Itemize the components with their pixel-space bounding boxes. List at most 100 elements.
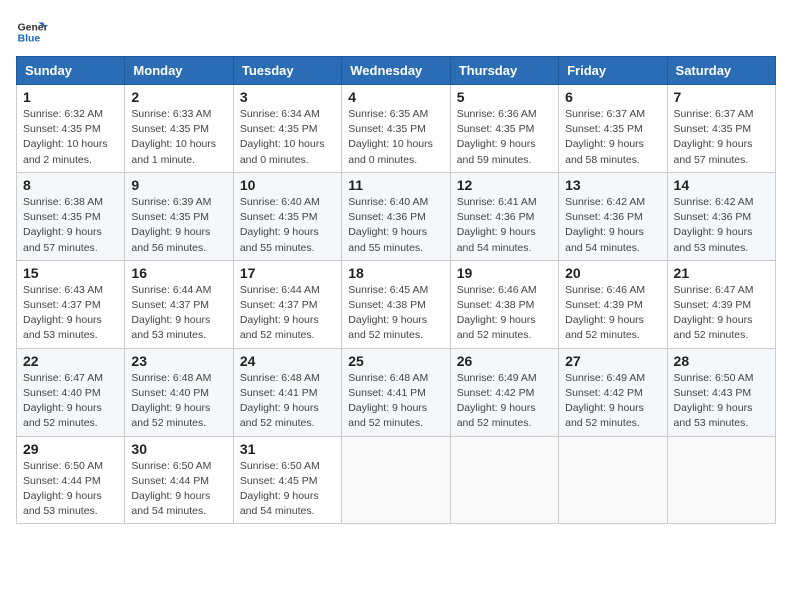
calendar-header-row: SundayMondayTuesdayWednesdayThursdayFrid… bbox=[17, 57, 776, 85]
day-info: Sunrise: 6:50 AMSunset: 4:45 PMDaylight:… bbox=[240, 459, 335, 520]
calendar-cell: 16 Sunrise: 6:44 AMSunset: 4:37 PMDayligh… bbox=[125, 260, 233, 348]
calendar-cell bbox=[342, 436, 450, 524]
day-number: 22 bbox=[23, 353, 118, 369]
day-info: Sunrise: 6:43 AMSunset: 4:37 PMDaylight:… bbox=[23, 283, 118, 344]
day-info: Sunrise: 6:48 AMSunset: 4:41 PMDaylight:… bbox=[240, 371, 335, 432]
calendar-cell: 18Sunrise: 6:45 AMSunset: 4:38 PMDayligh… bbox=[342, 260, 450, 348]
day-number: 6 bbox=[565, 89, 660, 105]
day-number: 9 bbox=[131, 177, 226, 193]
day-info: Sunrise: 6:35 AMSunset: 4:35 PMDaylight:… bbox=[348, 107, 443, 168]
col-header-wednesday: Wednesday bbox=[342, 57, 450, 85]
day-number: 16 bbox=[131, 265, 226, 281]
calendar-cell bbox=[559, 436, 667, 524]
day-number: 29 bbox=[23, 441, 118, 457]
calendar-cell: 12 Sunrise: 6:41 AMSunset: 4:36 PMDayligh… bbox=[450, 172, 558, 260]
calendar-cell: 2Sunrise: 6:33 AMSunset: 4:35 PMDaylight… bbox=[125, 85, 233, 173]
calendar-week-row: 29 Sunrise: 6:50 AMSunset: 4:44 PMDayligh… bbox=[17, 436, 776, 524]
col-header-sunday: Sunday bbox=[17, 57, 125, 85]
day-number: 7 bbox=[674, 89, 769, 105]
day-number: 18 bbox=[348, 265, 443, 281]
col-header-thursday: Thursday bbox=[450, 57, 558, 85]
day-info: Sunrise: 6:50 AMSunset: 4:44 PMDaylight:… bbox=[131, 459, 226, 520]
col-header-monday: Monday bbox=[125, 57, 233, 85]
day-number: 19 bbox=[457, 265, 552, 281]
day-number: 30 bbox=[131, 441, 226, 457]
calendar-table: SundayMondayTuesdayWednesdayThursdayFrid… bbox=[16, 56, 776, 524]
day-number: 11 bbox=[348, 177, 443, 193]
calendar-cell: 8 Sunrise: 6:38 AMSunset: 4:35 PMDaylight… bbox=[17, 172, 125, 260]
day-number: 26 bbox=[457, 353, 552, 369]
day-number: 20 bbox=[565, 265, 660, 281]
calendar-cell: 31 Sunrise: 6:50 AMSunset: 4:45 PMDayligh… bbox=[233, 436, 341, 524]
col-header-tuesday: Tuesday bbox=[233, 57, 341, 85]
day-info: Sunrise: 6:40 AMSunset: 4:36 PMDaylight:… bbox=[348, 195, 443, 256]
calendar-cell: 21 Sunrise: 6:47 AMSunset: 4:39 PMDayligh… bbox=[667, 260, 775, 348]
day-number: 25 bbox=[348, 353, 443, 369]
day-number: 3 bbox=[240, 89, 335, 105]
day-info: Sunrise: 6:33 AMSunset: 4:35 PMDaylight:… bbox=[131, 107, 226, 168]
day-number: 1 bbox=[23, 89, 118, 105]
day-info: Sunrise: 6:50 AMSunset: 4:43 PMDaylight:… bbox=[674, 371, 769, 432]
calendar-cell bbox=[450, 436, 558, 524]
calendar-cell: 25 Sunrise: 6:48 AMSunset: 4:41 PMDayligh… bbox=[342, 348, 450, 436]
day-number: 14 bbox=[674, 177, 769, 193]
calendar-cell: 10 Sunrise: 6:40 AMSunset: 4:35 PMDayligh… bbox=[233, 172, 341, 260]
day-number: 13 bbox=[565, 177, 660, 193]
day-number: 4 bbox=[348, 89, 443, 105]
calendar-cell: 11 Sunrise: 6:40 AMSunset: 4:36 PMDayligh… bbox=[342, 172, 450, 260]
day-info: Sunrise: 6:40 AMSunset: 4:35 PMDaylight:… bbox=[240, 195, 335, 256]
day-info: Sunrise: 6:42 AMSunset: 4:36 PMDaylight:… bbox=[565, 195, 660, 256]
calendar-cell: 6 Sunrise: 6:37 AMSunset: 4:35 PMDaylight… bbox=[559, 85, 667, 173]
day-number: 17 bbox=[240, 265, 335, 281]
day-number: 24 bbox=[240, 353, 335, 369]
day-info: Sunrise: 6:48 AMSunset: 4:41 PMDaylight:… bbox=[348, 371, 443, 432]
day-info: Sunrise: 6:44 AMSunset: 4:37 PMDaylight:… bbox=[131, 283, 226, 344]
col-header-saturday: Saturday bbox=[667, 57, 775, 85]
day-number: 21 bbox=[674, 265, 769, 281]
calendar-week-row: 8 Sunrise: 6:38 AMSunset: 4:35 PMDaylight… bbox=[17, 172, 776, 260]
day-number: 8 bbox=[23, 177, 118, 193]
day-info: Sunrise: 6:50 AMSunset: 4:44 PMDaylight:… bbox=[23, 459, 118, 520]
day-info: Sunrise: 6:49 AMSunset: 4:42 PMDaylight:… bbox=[457, 371, 552, 432]
calendar-week-row: 1Sunrise: 6:32 AMSunset: 4:35 PMDaylight… bbox=[17, 85, 776, 173]
calendar-cell: 27Sunrise: 6:49 AMSunset: 4:42 PMDayligh… bbox=[559, 348, 667, 436]
calendar-cell: 17Sunrise: 6:44 AMSunset: 4:37 PMDayligh… bbox=[233, 260, 341, 348]
calendar-cell: 23 Sunrise: 6:48 AMSunset: 4:40 PMDayligh… bbox=[125, 348, 233, 436]
calendar-cell: 7 Sunrise: 6:37 AMSunset: 4:35 PMDaylight… bbox=[667, 85, 775, 173]
col-header-friday: Friday bbox=[559, 57, 667, 85]
calendar-cell: 3 Sunrise: 6:34 AMSunset: 4:35 PMDaylight… bbox=[233, 85, 341, 173]
day-info: Sunrise: 6:38 AMSunset: 4:35 PMDaylight:… bbox=[23, 195, 118, 256]
day-info: Sunrise: 6:48 AMSunset: 4:40 PMDaylight:… bbox=[131, 371, 226, 432]
calendar-cell: 13 Sunrise: 6:42 AMSunset: 4:36 PMDayligh… bbox=[559, 172, 667, 260]
calendar-cell: 22 Sunrise: 6:47 AMSunset: 4:40 PMDayligh… bbox=[17, 348, 125, 436]
day-info: Sunrise: 6:41 AMSunset: 4:36 PMDaylight:… bbox=[457, 195, 552, 256]
day-number: 23 bbox=[131, 353, 226, 369]
day-info: Sunrise: 6:37 AMSunset: 4:35 PMDaylight:… bbox=[565, 107, 660, 168]
calendar-cell: 29 Sunrise: 6:50 AMSunset: 4:44 PMDayligh… bbox=[17, 436, 125, 524]
day-info: Sunrise: 6:39 AMSunset: 4:35 PMDaylight:… bbox=[131, 195, 226, 256]
day-number: 12 bbox=[457, 177, 552, 193]
day-info: Sunrise: 6:47 AMSunset: 4:40 PMDaylight:… bbox=[23, 371, 118, 432]
calendar-cell bbox=[667, 436, 775, 524]
day-number: 28 bbox=[674, 353, 769, 369]
calendar-week-row: 22 Sunrise: 6:47 AMSunset: 4:40 PMDayligh… bbox=[17, 348, 776, 436]
page-header: General Blue bbox=[16, 16, 776, 48]
day-info: Sunrise: 6:46 AMSunset: 4:38 PMDaylight:… bbox=[457, 283, 552, 344]
calendar-cell: 28 Sunrise: 6:50 AMSunset: 4:43 PMDayligh… bbox=[667, 348, 775, 436]
day-info: Sunrise: 6:47 AMSunset: 4:39 PMDaylight:… bbox=[674, 283, 769, 344]
day-info: Sunrise: 6:37 AMSunset: 4:35 PMDaylight:… bbox=[674, 107, 769, 168]
calendar-cell: 9 Sunrise: 6:39 AMSunset: 4:35 PMDaylight… bbox=[125, 172, 233, 260]
day-number: 27 bbox=[565, 353, 660, 369]
calendar-cell: 20Sunrise: 6:46 AMSunset: 4:39 PMDayligh… bbox=[559, 260, 667, 348]
calendar-cell: 24 Sunrise: 6:48 AMSunset: 4:41 PMDayligh… bbox=[233, 348, 341, 436]
day-info: Sunrise: 6:34 AMSunset: 4:35 PMDaylight:… bbox=[240, 107, 335, 168]
logo: General Blue bbox=[16, 16, 48, 48]
calendar-cell: 26 Sunrise: 6:49 AMSunset: 4:42 PMDayligh… bbox=[450, 348, 558, 436]
calendar-cell: 15Sunrise: 6:43 AMSunset: 4:37 PMDayligh… bbox=[17, 260, 125, 348]
calendar-cell: 1Sunrise: 6:32 AMSunset: 4:35 PMDaylight… bbox=[17, 85, 125, 173]
calendar-cell: 30 Sunrise: 6:50 AMSunset: 4:44 PMDayligh… bbox=[125, 436, 233, 524]
day-number: 10 bbox=[240, 177, 335, 193]
calendar-cell: 14Sunrise: 6:42 AMSunset: 4:36 PMDayligh… bbox=[667, 172, 775, 260]
day-info: Sunrise: 6:36 AMSunset: 4:35 PMDaylight:… bbox=[457, 107, 552, 168]
day-number: 31 bbox=[240, 441, 335, 457]
